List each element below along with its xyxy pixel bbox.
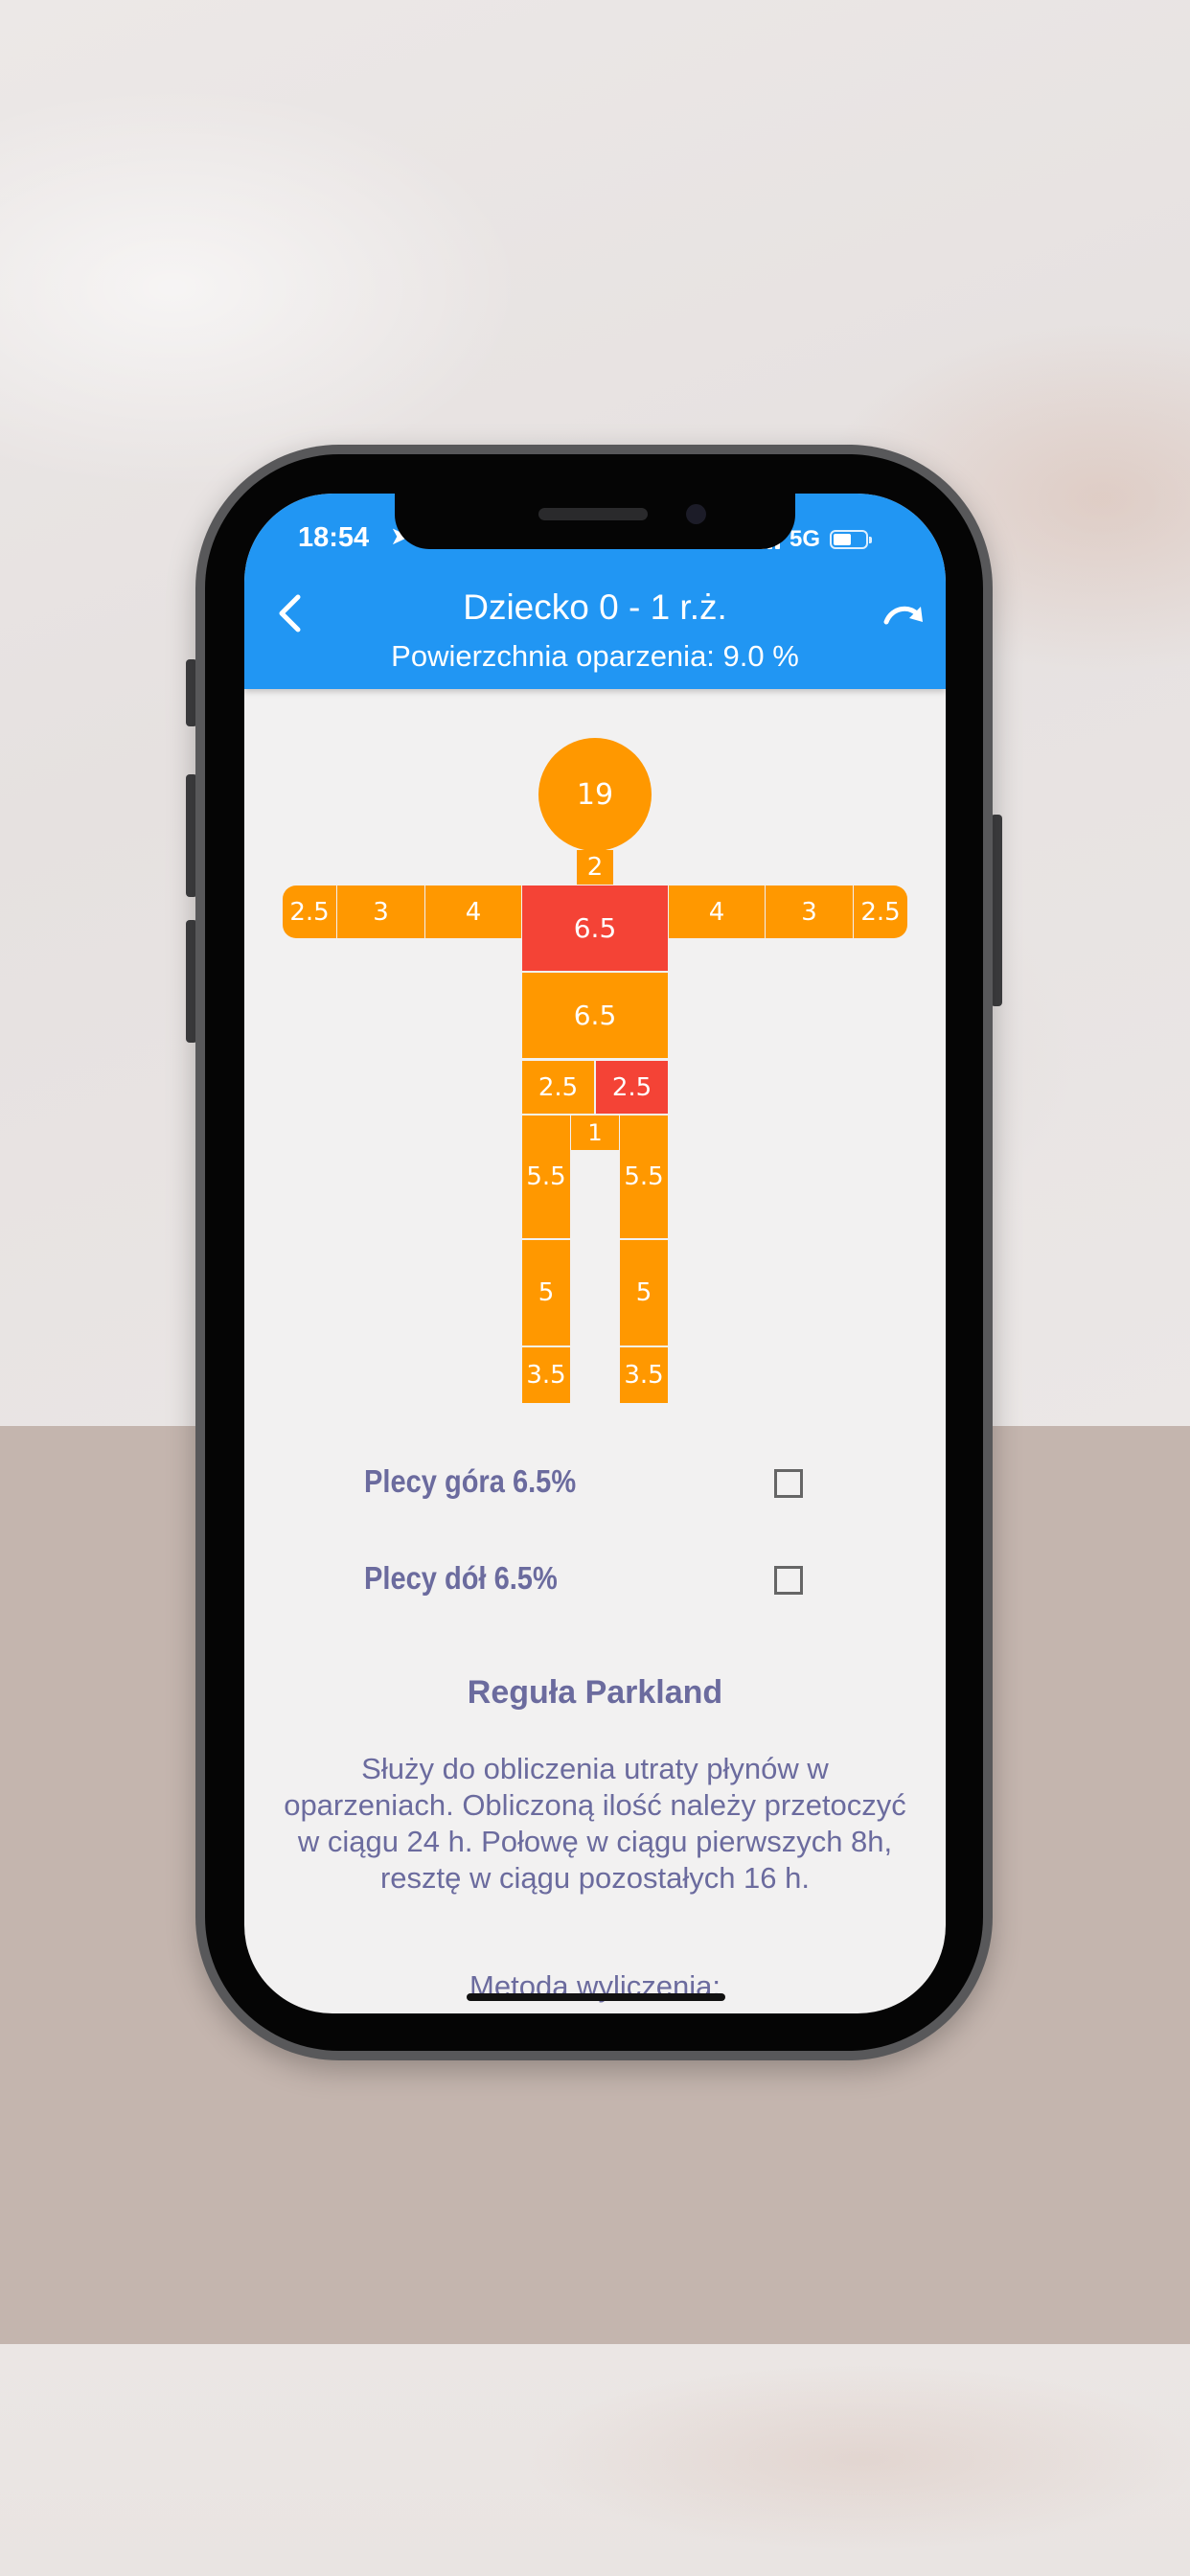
body-part-genitals[interactable]: 1 <box>571 1116 619 1150</box>
status-time: 18:54 <box>298 522 370 553</box>
upper-back-checkbox[interactable] <box>774 1469 803 1498</box>
page-title: Dziecko 0 - 1 r.ż. <box>463 587 727 627</box>
front-camera <box>686 504 706 524</box>
body-part-chest[interactable]: 6.5 <box>522 886 668 971</box>
body-part-right-lower-leg[interactable]: 5 <box>522 1240 570 1346</box>
body-part-left-thigh[interactable]: 5.5 <box>620 1116 668 1238</box>
reset-button[interactable] <box>877 589 930 637</box>
body-part-right-upper-arm[interactable]: 4 <box>425 886 521 938</box>
body-part-right-thigh[interactable]: 5.5 <box>522 1116 570 1238</box>
burn-area-summary: Powierzchnia oparzenia: 9.0 % <box>391 639 799 673</box>
lower-back-checkbox[interactable] <box>774 1566 803 1595</box>
parkland-description: Służy do obliczenia utraty płynów w opar… <box>284 1752 906 1895</box>
lower-back-label: Plecy dół 6.5% <box>364 1560 558 1596</box>
home-indicator[interactable] <box>467 1993 725 2001</box>
body-part-abdomen[interactable]: 6.5 <box>522 973 668 1058</box>
body-part-left-forearm[interactable]: 3 <box>766 886 853 938</box>
body-part-right-forearm[interactable]: 3 <box>337 886 424 938</box>
body-part-neck[interactable]: 2 <box>577 850 613 885</box>
app-screen: 18:54 ➤ 5G Dziecko 0 - 1 r.ż. Powierzchn… <box>244 494 946 2013</box>
network-type: 5G <box>790 526 821 552</box>
body-part-left-hand[interactable]: 2.5 <box>854 886 907 938</box>
body-part-left-lower-leg[interactable]: 5 <box>620 1240 668 1346</box>
body-part-left-buttock[interactable]: 2.5 <box>596 1061 668 1114</box>
battery-icon <box>830 530 873 549</box>
background-marble-bottom <box>0 2344 1190 2576</box>
speaker-grille <box>538 508 648 520</box>
body-part-left-foot[interactable]: 3.5 <box>620 1347 668 1403</box>
body-part-right-buttock[interactable]: 2.5 <box>522 1061 594 1114</box>
parkland-title: Reguła Parkland <box>467 1674 723 1711</box>
body-part-right-foot[interactable]: 3.5 <box>522 1347 570 1403</box>
phone-notch <box>395 494 795 549</box>
upper-back-label: Plecy góra 6.5% <box>364 1463 577 1499</box>
body-part-left-upper-arm[interactable]: 4 <box>669 886 765 938</box>
body-part-right-hand[interactable]: 2.5 <box>283 886 336 938</box>
redo-icon <box>883 606 923 625</box>
body-part-head[interactable]: 19 <box>538 738 652 851</box>
